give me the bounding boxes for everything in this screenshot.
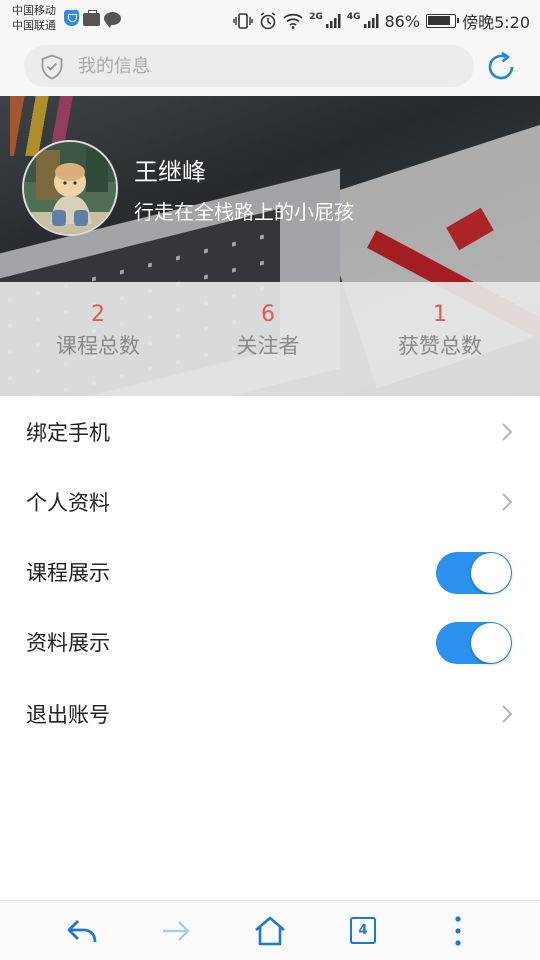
settings-item-show-courses: 课程展示 bbox=[0, 538, 540, 608]
stat-followers[interactable]: 6 关注者 bbox=[178, 300, 358, 362]
settings-item-logout[interactable]: 退出账号 bbox=[0, 680, 540, 750]
notification-icons bbox=[64, 9, 121, 28]
stat-label: 获赞总数 bbox=[398, 334, 482, 358]
search-bar-row bbox=[0, 38, 540, 96]
browser-bottom-nav: 4 bbox=[0, 900, 540, 960]
settings-item-label: 绑定手机 bbox=[26, 421, 110, 445]
signal-icon-2 bbox=[363, 14, 378, 28]
stat-value: 2 bbox=[91, 302, 105, 327]
security-app-icon bbox=[64, 10, 79, 26]
avatar[interactable] bbox=[22, 140, 118, 236]
settings-item-label: 课程展示 bbox=[26, 561, 110, 585]
back-icon[interactable] bbox=[64, 913, 100, 949]
toggle-knob bbox=[471, 553, 511, 593]
search-input[interactable] bbox=[78, 45, 458, 87]
search-box[interactable] bbox=[24, 45, 474, 87]
settings-item-label: 资料展示 bbox=[26, 631, 110, 655]
more-icon[interactable] bbox=[440, 913, 476, 949]
signal-icon-1 bbox=[325, 14, 341, 28]
forward-icon[interactable] bbox=[158, 913, 194, 949]
tab-count: 4 bbox=[358, 923, 368, 938]
profile-stats: 2 课程总数 6 关注者 1 获赞总数 bbox=[0, 282, 540, 396]
battery-percent: 86% bbox=[384, 11, 421, 31]
avatar-image bbox=[24, 142, 116, 234]
carrier-1: 中国移动 bbox=[12, 4, 56, 17]
chevron-right-icon bbox=[502, 705, 513, 723]
settings-item-label: 退出账号 bbox=[26, 703, 110, 727]
toggle-knob bbox=[471, 623, 511, 663]
stat-value: 1 bbox=[433, 302, 447, 327]
carrier-info: 中国移动 中国联通 bbox=[12, 3, 56, 33]
clock: 傍晚5:20 bbox=[462, 13, 530, 32]
chevron-right-icon bbox=[502, 493, 513, 511]
show-materials-toggle[interactable] bbox=[436, 622, 512, 664]
stat-likes[interactable]: 1 获赞总数 bbox=[350, 300, 530, 362]
profile-header: 王继峰 行走在全栈路上的小屁孩 2 课程总数 6 关注者 1 获赞总数 bbox=[0, 96, 540, 396]
refresh-icon[interactable] bbox=[484, 50, 518, 84]
network-2g-label: 2G bbox=[309, 12, 323, 22]
settings-item-show-materials: 资料展示 bbox=[0, 608, 540, 678]
home-icon[interactable] bbox=[252, 913, 288, 949]
profile-name: 王继峰 bbox=[134, 158, 206, 186]
stat-label: 课程总数 bbox=[56, 334, 140, 358]
battery-icon bbox=[426, 14, 460, 28]
stat-label: 关注者 bbox=[236, 334, 300, 358]
profile-motto: 行走在全栈路上的小屁孩 bbox=[134, 200, 354, 224]
status-right: 2G 4G 86% 傍晚5:20 bbox=[233, 9, 530, 33]
briefcase-icon bbox=[83, 9, 100, 26]
settings-item-profile[interactable]: 个人资料 bbox=[0, 468, 540, 538]
vibrate-icon bbox=[233, 13, 253, 29]
settings-item-label: 个人资料 bbox=[26, 491, 110, 515]
settings-item-bind-phone[interactable]: 绑定手机 bbox=[0, 398, 540, 468]
alarm-icon bbox=[260, 12, 276, 30]
carrier-2: 中国联通 bbox=[12, 19, 56, 32]
stat-courses[interactable]: 2 课程总数 bbox=[8, 300, 188, 362]
status-bar: 中国移动 中国联通 2G 4G 86% 傍晚5:20 bbox=[0, 0, 540, 38]
network-4g-label: 4G bbox=[346, 12, 361, 22]
chevron-right-icon bbox=[502, 423, 513, 441]
show-courses-toggle[interactable] bbox=[436, 552, 512, 594]
wifi-icon bbox=[283, 13, 303, 29]
stat-value: 6 bbox=[261, 302, 275, 327]
message-icon bbox=[104, 11, 121, 28]
shield-icon bbox=[41, 54, 63, 80]
tabs-icon[interactable]: 4 bbox=[350, 917, 376, 944]
